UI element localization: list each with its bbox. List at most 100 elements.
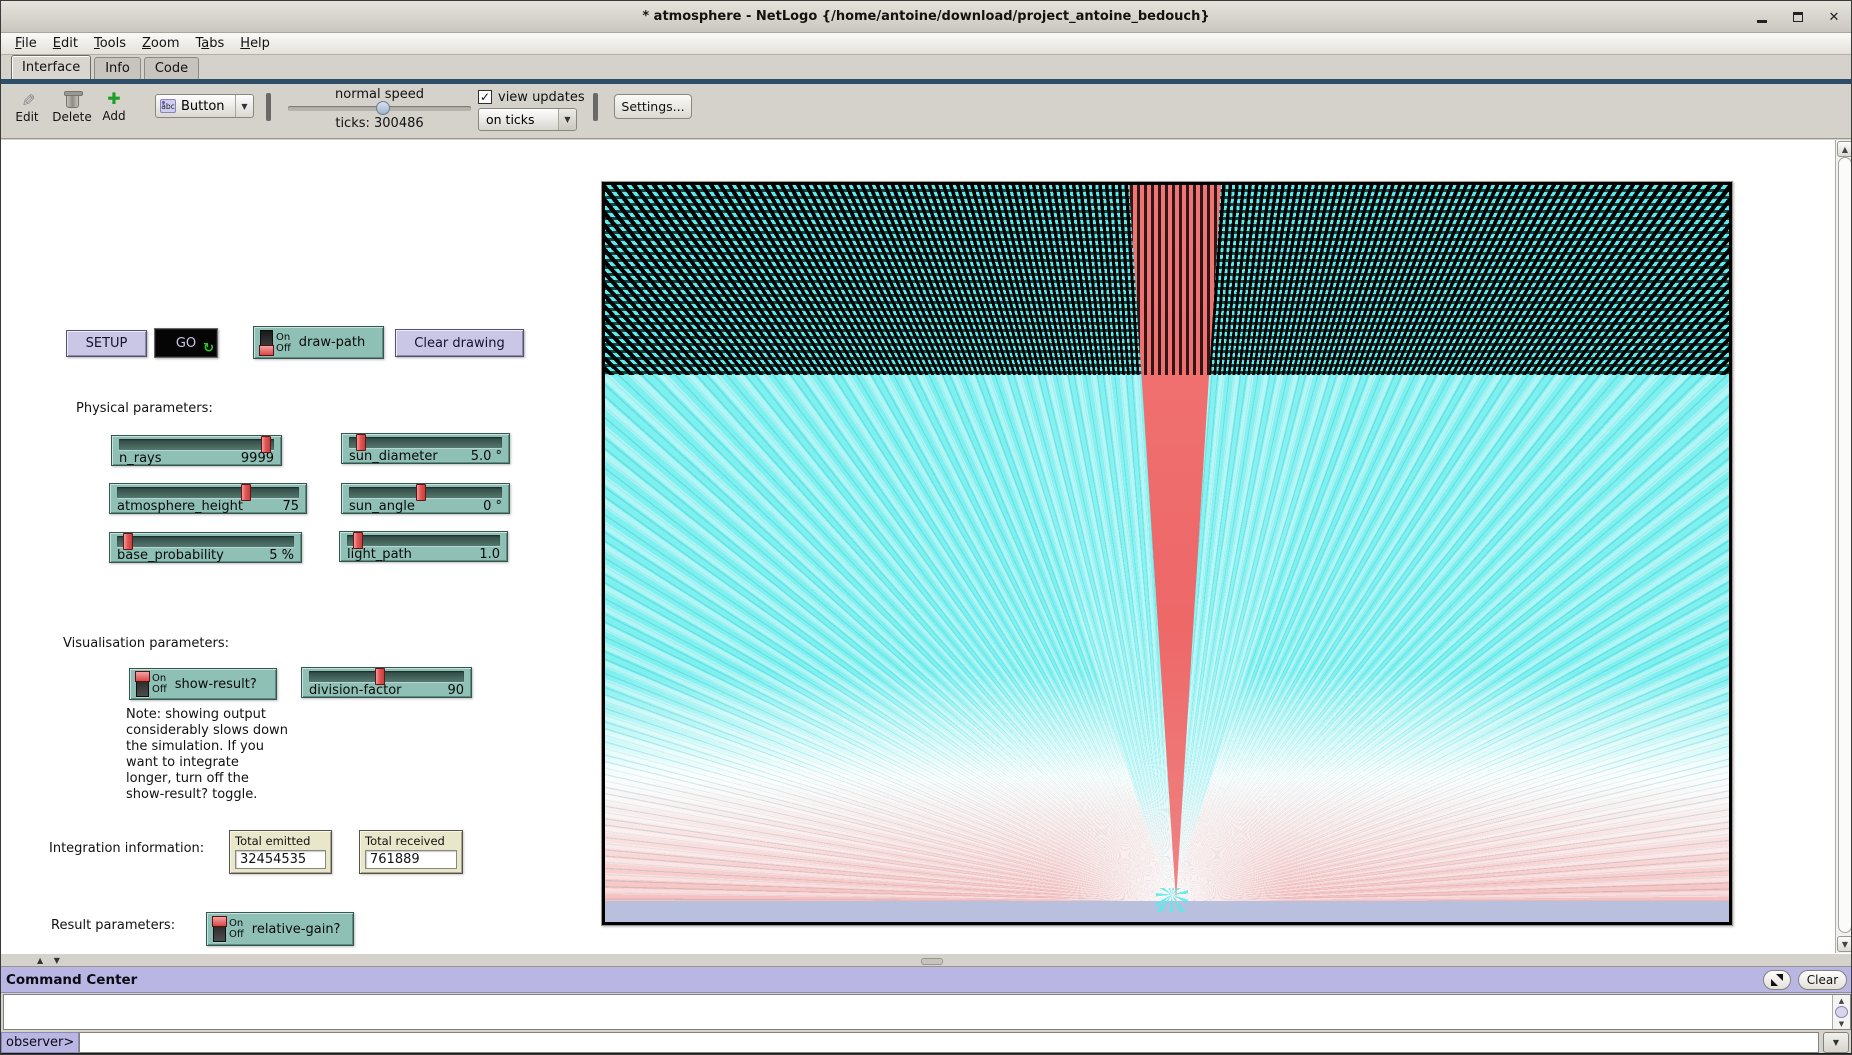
command-input-row: observer> ▼ xyxy=(1,1032,1851,1053)
base-probability-slider[interactable]: base_probability5 % xyxy=(109,532,302,563)
command-center-clear-button[interactable]: Clear xyxy=(1798,970,1847,990)
plus-icon: ✚ xyxy=(107,91,120,107)
menu-zoom[interactable]: Zoom xyxy=(134,33,187,54)
note-text: Note: showing output considerably slows … xyxy=(126,707,288,803)
show-result-switch[interactable]: OnOff show-result? xyxy=(129,668,277,700)
toolbar-separator xyxy=(266,93,271,121)
maximize-button[interactable] xyxy=(1791,10,1805,24)
interface-vertical-scrollbar[interactable]: ▲ ▼ xyxy=(1835,140,1852,953)
scroll-up-button[interactable]: ▲ xyxy=(1837,141,1852,157)
monitor-value: 32454535 xyxy=(235,850,326,869)
command-center-output[interactable]: ▲ ▼ xyxy=(3,994,1851,1030)
slider-handle[interactable] xyxy=(241,484,251,501)
total-emitted-monitor: Total emitted 32454535 xyxy=(229,830,332,874)
sun-diameter-slider[interactable]: sun_diameter5.0 ° xyxy=(341,433,510,464)
world-view-canvas[interactable] xyxy=(602,182,1732,925)
window-title: * atmosphere - NetLogo {/home/antoine/do… xyxy=(642,9,1209,24)
tab-code[interactable]: Code xyxy=(144,57,199,79)
go-button[interactable]: GO ↻ xyxy=(154,328,218,358)
menu-help[interactable]: Help xyxy=(232,33,278,54)
speed-label: normal speed xyxy=(288,87,471,102)
menu-edit[interactable]: Edit xyxy=(45,33,86,54)
division-factor-slider[interactable]: division-factor90 xyxy=(301,667,472,698)
edit-widget-button[interactable]: ✎ Edit xyxy=(9,92,45,124)
toolbar-separator xyxy=(593,93,598,121)
arrow-down-icon: ▼ xyxy=(1833,1038,1839,1047)
delete-widget-button[interactable]: Delete xyxy=(49,92,95,124)
menu-bar: File Edit Tools Zoom Tabs Help xyxy=(1,33,1851,55)
trash-icon xyxy=(66,94,79,108)
switch-label: show-result? xyxy=(175,677,257,692)
scrollbar-thumb[interactable] xyxy=(1835,1006,1848,1018)
speed-slider-thumb[interactable] xyxy=(376,101,390,115)
total-received-monitor: Total received 761889 xyxy=(359,830,463,874)
switch-knob[interactable] xyxy=(212,916,227,927)
receiver-starburst xyxy=(1156,888,1188,912)
command-input[interactable] xyxy=(79,1032,1819,1053)
menu-tools[interactable]: Tools xyxy=(86,33,134,54)
command-center-expand-button[interactable] xyxy=(1763,970,1791,990)
scroll-down-button[interactable]: ▼ xyxy=(1837,936,1852,952)
switch-track[interactable] xyxy=(136,672,149,697)
settings-button[interactable]: Settings... xyxy=(614,94,692,119)
arrow-down-icon: ▼ xyxy=(1839,1020,1844,1028)
view-updates-checkbox[interactable]: ✓ xyxy=(478,90,492,104)
world-view[interactable] xyxy=(601,181,1733,926)
slider-handle[interactable] xyxy=(123,533,133,550)
scroll-down-button[interactable]: ▼ xyxy=(1834,1018,1849,1029)
minimize-button[interactable] xyxy=(1755,10,1769,24)
switch-knob[interactable] xyxy=(135,671,150,682)
interface-canvas: SETUP GO ↻ OnOff draw-path Clear drawing… xyxy=(1,140,1835,953)
integration-information-label: Integration information: xyxy=(49,841,204,856)
minimize-icon xyxy=(1757,20,1767,23)
switch-label: relative-gain? xyxy=(252,922,341,937)
slider-handle[interactable] xyxy=(375,668,385,685)
draw-path-switch[interactable]: OnOff draw-path xyxy=(253,326,384,359)
scrollbar-thumb[interactable] xyxy=(1838,157,1852,933)
update-mode-dropdown[interactable]: on ticks ▼ xyxy=(478,108,577,131)
close-button[interactable]: ✕ xyxy=(1827,10,1841,24)
scroll-up-button[interactable]: ▲ xyxy=(1834,995,1849,1006)
command-center-title: Command Center xyxy=(1,972,137,988)
toolbar: ✎ Edit Delete ✚ Add abc Button ▼ normal … xyxy=(1,84,1851,139)
arrow-up-icon: ▲ xyxy=(1839,997,1844,1005)
pencil-icon: ✎ xyxy=(19,93,35,107)
relative-gain-switch[interactable]: OnOff relative-gain? xyxy=(206,912,354,946)
chevron-down-icon: ▼ xyxy=(558,109,576,130)
history-dropdown-button[interactable]: ▼ xyxy=(1823,1032,1849,1053)
slider-handle[interactable] xyxy=(356,434,366,451)
light-path-slider[interactable]: light_path1.0 xyxy=(339,531,508,562)
tab-info[interactable]: Info xyxy=(94,57,141,79)
close-icon: ✕ xyxy=(1829,10,1840,25)
splitter-collapse-arrows[interactable]: ▲ ▼ xyxy=(37,956,64,965)
switch-track[interactable] xyxy=(260,330,273,355)
slider-handle[interactable] xyxy=(353,532,363,549)
monitor-value: 761889 xyxy=(365,850,457,869)
slider-handle[interactable] xyxy=(416,484,426,501)
menu-file[interactable]: File xyxy=(7,33,45,54)
clear-drawing-button[interactable]: Clear drawing xyxy=(395,329,524,357)
sun-angle-slider[interactable]: sun_angle0 ° xyxy=(341,483,510,514)
speed-slider[interactable] xyxy=(288,106,471,111)
switch-label: draw-path xyxy=(299,335,365,350)
button-widget-icon: abc xyxy=(160,99,176,113)
chevron-down-icon: ▼ xyxy=(235,95,253,117)
n-rays-slider[interactable]: n_rays9999 xyxy=(111,435,282,466)
splitter-grip[interactable] xyxy=(921,958,943,965)
result-parameters-label: Result parameters: xyxy=(51,918,175,933)
setup-button[interactable]: SETUP xyxy=(66,330,147,357)
command-center-splitter[interactable]: ▲ ▼ xyxy=(1,953,1851,967)
switch-knob[interactable] xyxy=(259,345,274,356)
output-scrollbar[interactable]: ▲ ▼ xyxy=(1832,995,1850,1029)
arrow-down-icon: ▼ xyxy=(1842,940,1848,949)
tab-interface[interactable]: Interface xyxy=(11,55,91,79)
add-widget-button[interactable]: ✚ Add xyxy=(99,91,129,123)
switch-track[interactable] xyxy=(213,917,226,942)
maximize-icon xyxy=(1793,12,1803,22)
slider-handle[interactable] xyxy=(261,436,271,453)
menu-tabs[interactable]: Tabs xyxy=(187,33,232,54)
title-bar[interactable]: * atmosphere - NetLogo {/home/antoine/do… xyxy=(1,1,1851,33)
widget-type-dropdown[interactable]: abc Button ▼ xyxy=(155,94,254,118)
observer-prompt[interactable]: observer> xyxy=(1,1032,79,1053)
atmosphere-height-slider[interactable]: atmosphere_height75 xyxy=(109,483,307,514)
